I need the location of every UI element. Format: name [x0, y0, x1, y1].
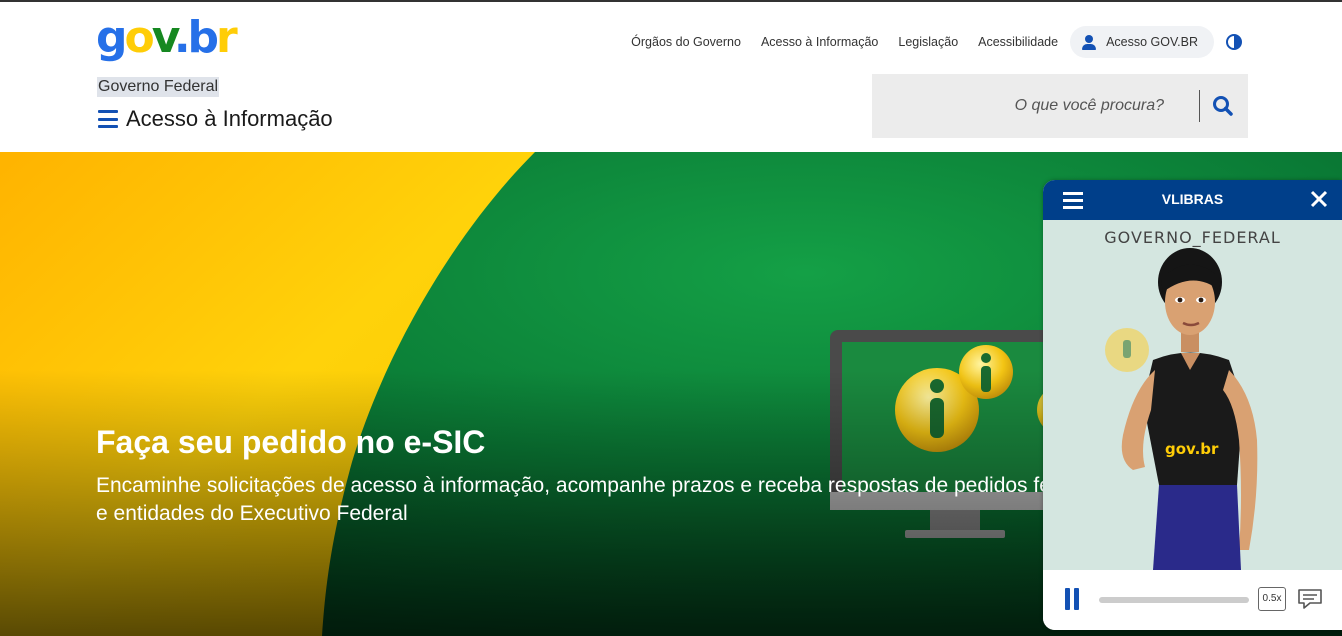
subtitle-icon[interactable] [1296, 587, 1324, 611]
pause-icon[interactable] [1065, 588, 1079, 610]
link-orgaos-do-governo[interactable]: Órgãos do Governo [631, 35, 741, 49]
link-legislacao[interactable]: Legislação [898, 35, 958, 49]
site-header: gov.br Governo Federal Acesso à Informaç… [0, 2, 1342, 152]
govbr-logo[interactable]: gov.br [96, 12, 238, 64]
login-button[interactable]: Acesso GOV.BR [1070, 26, 1214, 58]
search-icon[interactable] [1212, 95, 1234, 117]
hero-subtitle: Encaminhe solicitações de acesso à infor… [96, 474, 1172, 525]
logo-letter-b: b [187, 12, 219, 63]
logo-letter-r: r [216, 12, 238, 63]
vlibras-progress-slider[interactable] [1099, 597, 1249, 603]
search-box [872, 74, 1248, 138]
vlibras-avatar: gov.br [1105, 248, 1258, 570]
hero-title: Faça seu pedido no e-SIC [96, 424, 486, 460]
logo-letter-o: o [124, 12, 155, 63]
logo-letter-g: g [96, 12, 127, 63]
vlibras-controls: 0.5x [1043, 570, 1342, 630]
governo-federal-label[interactable]: Governo Federal [97, 77, 220, 97]
link-acesso-a-informacao[interactable]: Acesso à Informação [761, 35, 878, 49]
vlibras-speed-button[interactable]: 0.5x [1258, 587, 1286, 611]
site-title[interactable]: Acesso à Informação [126, 106, 333, 132]
menu-icon[interactable] [98, 110, 118, 128]
shirt-logo: gov.br [1165, 440, 1219, 458]
contrast-icon[interactable] [1226, 34, 1242, 50]
vlibras-avatar-stage: GOVERNO_FEDERAL gov.br [1043, 220, 1342, 570]
link-acessibilidade[interactable]: Acessibilidade [978, 35, 1058, 49]
logo-dot: . [173, 12, 191, 63]
vlibras-title: VLIBRAS [1161, 191, 1224, 207]
vlibras-widget: VLIBRAS GOVERNO_FEDERAL gov.br 0.5x [1043, 180, 1342, 630]
header-links: Órgãos do Governo Acesso à Informação Le… [611, 26, 1242, 58]
vlibras-header: VLIBRAS [1043, 180, 1342, 220]
user-icon [1082, 34, 1097, 50]
login-button-label: Acesso GOV.BR [1106, 35, 1198, 49]
search-input[interactable] [884, 90, 1164, 122]
close-icon[interactable] [1308, 188, 1330, 210]
site-menu-title: Acesso à Informação [98, 106, 333, 132]
logo-letter-v: v [151, 12, 177, 63]
search-divider [1199, 90, 1200, 122]
